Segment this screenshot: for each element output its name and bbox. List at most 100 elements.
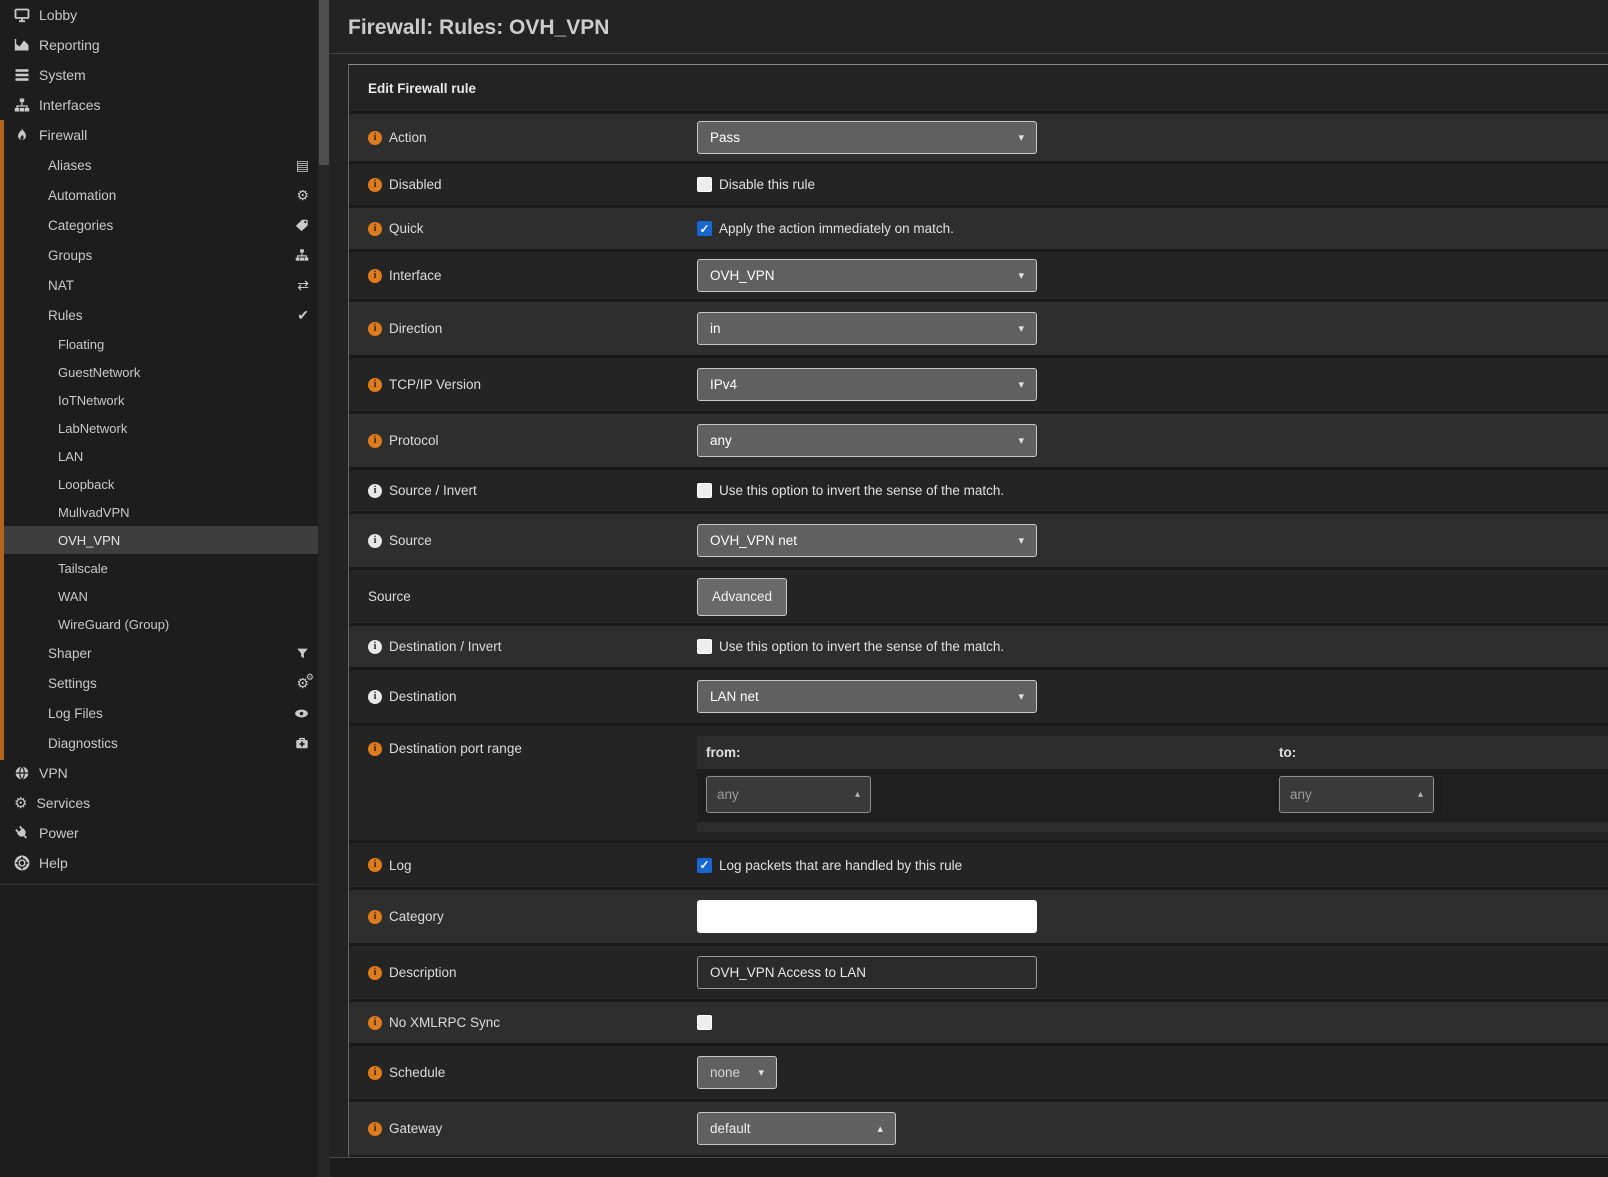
sidebar-scrollbar-thumb[interactable]: [319, 0, 329, 165]
field-label: Source / Invert: [389, 483, 477, 498]
panel-title: Edit Firewall rule: [349, 65, 1608, 111]
checkbox-label: Use this option to invert the sense of t…: [719, 483, 1004, 498]
field-label: TCP/IP Version: [389, 377, 481, 392]
schedule-select[interactable]: none▾: [697, 1056, 777, 1089]
sidebar-item-categories[interactable]: Categories: [0, 210, 318, 240]
checkbox-label: Apply the action immediately on match.: [719, 221, 954, 236]
main-content: Firewall: Rules: OVH_VPN Edit Firewall r…: [330, 0, 1608, 1177]
sidebar-item-floating[interactable]: Floating: [0, 330, 318, 358]
active-section-bar: [0, 120, 4, 760]
sidebar-item-rules[interactable]: Rules ✔: [0, 300, 318, 330]
sidebar-item-shaper[interactable]: Shaper: [0, 638, 318, 668]
info-icon: [368, 222, 382, 236]
field-label: Destination port range: [389, 741, 522, 756]
quick-checkbox[interactable]: [697, 221, 712, 236]
log-checkbox[interactable]: [697, 858, 712, 873]
sidebar-item-nat[interactable]: NAT ⇄: [0, 270, 318, 300]
sidebar-item-iotnetwork[interactable]: IoTNetwork: [0, 386, 318, 414]
sidebar-item-label: OVH_VPN: [58, 533, 120, 548]
description-input[interactable]: [697, 956, 1037, 989]
info-icon: [368, 910, 382, 924]
sidebar-scrollbar[interactable]: [318, 0, 330, 1177]
sidebar-item-automation[interactable]: Automation ⚙: [0, 180, 318, 210]
row-protocol: Protocol any▾: [349, 411, 1608, 467]
sidebar-item-power[interactable]: Power: [0, 818, 318, 848]
sidebar-item-aliases[interactable]: Aliases ▤: [0, 150, 318, 180]
sidebar-item-label: GuestNetwork: [58, 365, 140, 380]
ip-version-select[interactable]: IPv4▾: [697, 368, 1037, 401]
sidebar-item-label: VPN: [39, 765, 68, 781]
row-destination-port-range: Destination port range from: to: any▴ an…: [349, 723, 1608, 840]
source-advanced-button[interactable]: Advanced: [697, 578, 787, 616]
disabled-checkbox[interactable]: [697, 177, 712, 192]
sidebar-item-reporting[interactable]: Reporting: [0, 30, 318, 60]
gear-icon: ⚙: [14, 794, 27, 812]
port-to-select[interactable]: any▴: [1279, 776, 1434, 813]
protocol-select[interactable]: any▾: [697, 424, 1037, 457]
no-xmlrpc-sync-checkbox[interactable]: [697, 1015, 712, 1030]
sidebar-item-label: Log Files: [48, 706, 103, 721]
sidebar-item-vpn[interactable]: VPN: [0, 758, 318, 788]
gateway-select[interactable]: default ▴: [697, 1112, 896, 1145]
sidebar-item-label: Settings: [48, 676, 97, 691]
from-column-header: from:: [697, 745, 1270, 760]
chevron-up-icon: ▴: [855, 789, 860, 800]
sidebar-item-log-files[interactable]: Log Files: [0, 698, 318, 728]
sidebar-item-wan[interactable]: WAN: [0, 582, 318, 610]
page-title: Firewall: Rules: OVH_VPN: [330, 0, 1608, 40]
chevron-down-icon: ▾: [1018, 534, 1024, 547]
sidebar-item-mullvadvpn[interactable]: MullvadVPN: [0, 498, 318, 526]
sidebar-item-label: WireGuard (Group): [58, 617, 169, 632]
info-icon: [368, 858, 382, 872]
sidebar-item-tailscale[interactable]: Tailscale: [0, 554, 318, 582]
port-from-select[interactable]: any▴: [706, 776, 871, 813]
sidebar-item-diagnostics[interactable]: Diagnostics: [0, 728, 318, 758]
sidebar-item-label: LAN: [58, 449, 83, 464]
area-chart-icon: [14, 37, 30, 53]
sidebar-item-services[interactable]: ⚙ Services: [0, 788, 318, 818]
chevron-up-icon: ▴: [877, 1122, 883, 1135]
sidebar-item-guestnetwork[interactable]: GuestNetwork: [0, 358, 318, 386]
destination-select[interactable]: LAN net▾: [697, 680, 1037, 713]
source-select[interactable]: OVH_VPN net▾: [697, 524, 1037, 557]
info-icon: [368, 378, 382, 392]
category-input[interactable]: [697, 900, 1037, 933]
interface-select[interactable]: OVH_VPN▾: [697, 259, 1037, 292]
sitemap-icon: [14, 97, 30, 113]
selected-value: OVH_VPN: [710, 268, 775, 283]
sidebar-item-label: Rules: [48, 308, 83, 323]
source-invert-checkbox[interactable]: [697, 483, 712, 498]
eye-icon: [294, 706, 309, 721]
chevron-down-icon: ▾: [1018, 131, 1024, 144]
action-select[interactable]: Pass▾: [697, 121, 1037, 154]
selected-value: any: [710, 433, 732, 448]
sidebar-item-help[interactable]: Help: [0, 848, 318, 878]
selected-value: default: [710, 1121, 751, 1136]
direction-select[interactable]: in▾: [697, 312, 1037, 345]
sidebar-item-lan[interactable]: LAN: [0, 442, 318, 470]
check-icon: ✔: [297, 307, 309, 324]
row-source: Source OVH_VPN net▾: [349, 511, 1608, 567]
sidebar-item-wireguard-group[interactable]: WireGuard (Group): [0, 610, 318, 638]
sidebar-item-settings[interactable]: Settings ⚙⚙: [0, 668, 318, 698]
info-icon: [368, 178, 382, 192]
chevron-down-icon: ▾: [758, 1066, 764, 1079]
info-icon: [368, 1122, 382, 1136]
destination-invert-checkbox[interactable]: [697, 639, 712, 654]
row-source-invert: Source / Invert Use this option to inver…: [349, 467, 1608, 511]
row-direction: Direction in▾: [349, 299, 1608, 355]
sidebar-item-labnetwork[interactable]: LabNetwork: [0, 414, 318, 442]
field-label: Description: [389, 965, 457, 980]
info-icon: [368, 534, 382, 548]
sidebar-item-ovh-vpn[interactable]: OVH_VPN: [0, 526, 318, 554]
field-label: Action: [389, 130, 427, 145]
sidebar-item-system[interactable]: System: [0, 60, 318, 90]
sidebar-item-groups[interactable]: Groups: [0, 240, 318, 270]
sidebar-item-lobby[interactable]: Lobby: [0, 0, 318, 30]
field-label: Quick: [389, 221, 424, 236]
field-label: Interface: [389, 268, 442, 283]
sidebar-item-loopback[interactable]: Loopback: [0, 470, 318, 498]
row-source-advanced: Source Advanced: [349, 567, 1608, 623]
sidebar-item-firewall[interactable]: Firewall: [0, 120, 318, 150]
sidebar-item-interfaces[interactable]: Interfaces: [0, 90, 318, 120]
